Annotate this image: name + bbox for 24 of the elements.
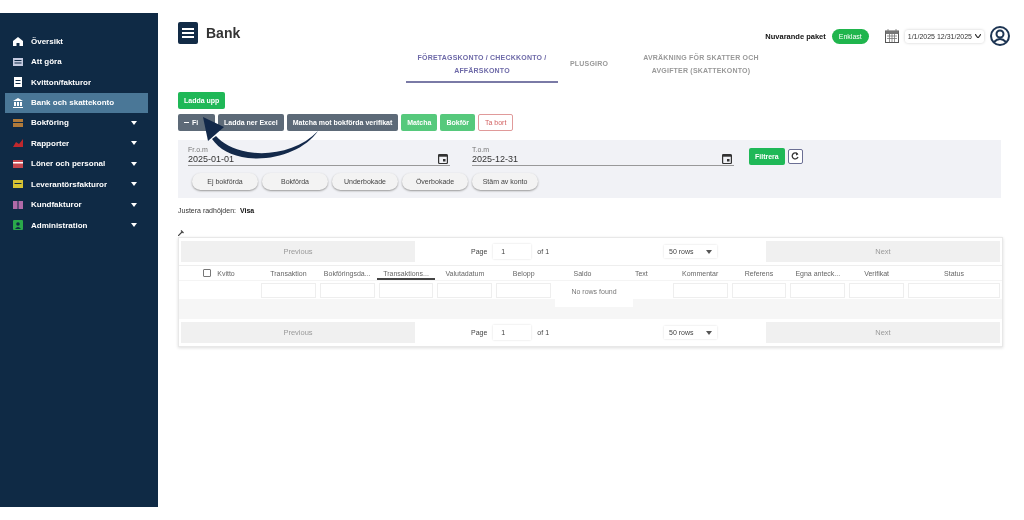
pin-icon [178, 230, 184, 236]
caret-icon [975, 34, 981, 38]
avatar-icon [990, 26, 1010, 46]
page-title: Bank [206, 25, 241, 41]
sidebar-item[interactable]: Bank och skattekonto [5, 92, 148, 113]
refresh-icon [791, 152, 800, 160]
sidebar-item[interactable]: Kvitton/fakturor [5, 72, 148, 93]
sidebar-item[interactable]: Leverantörsfakturor [5, 174, 148, 195]
checkbox[interactable] [203, 269, 212, 277]
sidebar-item[interactable]: Administration [5, 215, 148, 236]
sidebar-item[interactable]: Löner och personal [5, 153, 148, 174]
refresh-button[interactable] [787, 148, 803, 164]
calendar-icon [722, 153, 732, 164]
menu-icon [182, 28, 194, 38]
caret-icon [705, 330, 712, 335]
sidebar-item[interactable]: Rapporter [5, 133, 148, 154]
sidebar-item[interactable]: Kundfakturor [5, 194, 148, 215]
caret-icon [705, 249, 712, 254]
calendar-icon [438, 153, 448, 164]
sidebar-item[interactable]: Att göra [5, 51, 148, 72]
calendar-icon [884, 29, 899, 43]
menu-button[interactable] [178, 22, 198, 44]
sidebar-item[interactable]: Översikt [5, 31, 148, 52]
sidebar-item[interactable]: Bokföring [5, 112, 148, 133]
